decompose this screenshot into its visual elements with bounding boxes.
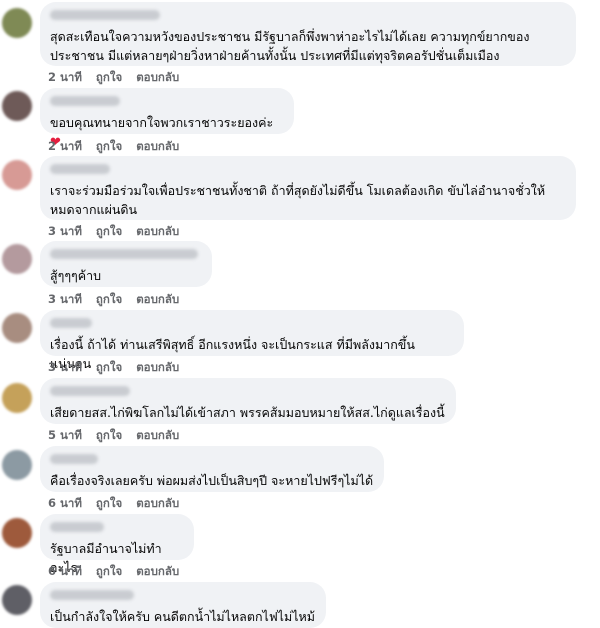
avatar[interactable] (2, 244, 32, 274)
comment-text: เราจะร่วมมือร่วมใจเพื่อประชาชนทั้งชาติ ถ… (50, 183, 546, 217)
author-name[interactable] (50, 10, 160, 20)
author-name[interactable] (50, 164, 110, 174)
like-link[interactable]: ถูกใจ (96, 291, 122, 309)
timestamp[interactable]: 3 นาที (48, 223, 82, 241)
comment-bubble: ขอบคุณทนายจากใจพวกเราชาวระยองค่ะ❤ (40, 88, 294, 150)
timestamp[interactable]: 2 นาที (48, 138, 82, 156)
comment-bubble: เสียดายสส.ไก่พิฆโลกไม่ได้เข้าสภา พรรคส้ม… (40, 378, 456, 424)
reply-link[interactable]: ตอบกลับ (136, 138, 179, 156)
reply-link[interactable]: ตอบกลับ (136, 223, 179, 241)
timestamp[interactable]: 3 นาที (48, 359, 82, 377)
reply-link[interactable]: ตอบกลับ (136, 359, 179, 377)
timestamp[interactable]: 6 นาที (48, 495, 82, 513)
author-name[interactable] (50, 386, 130, 396)
comment-actions: 2 นาที ถูกใจ ตอบกลับ (48, 138, 179, 156)
comment-text: เป็นกำลังใจให้ครับ คนดีตกน้ำไม่ไหลตกไฟไม… (50, 609, 315, 624)
timestamp[interactable]: 2 นาที (48, 69, 82, 87)
timestamp[interactable]: 5 นาที (48, 427, 82, 445)
comment-bubble: เป็นกำลังใจให้ครับ คนดีตกน้ำไม่ไหลตกไฟไม… (40, 582, 326, 628)
reply-link[interactable]: ตอบกลับ (136, 291, 179, 309)
comment-actions: 3 นาที ถูกใจ ตอบกลับ (48, 223, 179, 241)
avatar[interactable] (2, 383, 32, 413)
author-name[interactable] (50, 454, 98, 464)
author-name[interactable] (50, 590, 134, 600)
comment-actions: 6 นาที ถูกใจ ตอบกลับ (48, 563, 179, 581)
like-link[interactable]: ถูกใจ (96, 69, 122, 87)
comment-bubble: สู้ๆๆๆค้าบ (40, 241, 212, 287)
timestamp[interactable]: 6 นาที (48, 563, 82, 581)
reply-link[interactable]: ตอบกลับ (136, 427, 179, 445)
like-link[interactable]: ถูกใจ (96, 359, 122, 377)
reply-link[interactable]: ตอบกลับ (136, 495, 179, 513)
comment-actions: 2 นาที ถูกใจ ตอบกลับ (48, 69, 179, 87)
author-name[interactable] (50, 96, 120, 106)
author-name[interactable] (50, 318, 92, 328)
comment-text: สู้ๆๆๆค้าบ (50, 268, 102, 283)
comment-bubble: เรื่องนี้ ถ้าได้ ท่านเสรีพิสุทธิ์ อีกแรง… (40, 310, 464, 371)
comment-bubble: เราจะร่วมมือร่วมใจเพื่อประชาชนทั้งชาติ ถ… (40, 156, 576, 220)
comment-text: คือเรื่องจริงเลยครับ พ่อผมส่งไปเป็นสิบๆป… (50, 473, 374, 488)
comment-text: เสียดายสส.ไก่พิฆโลกไม่ได้เข้าสภา พรรคส้ม… (50, 405, 445, 420)
avatar[interactable] (2, 585, 32, 615)
like-link[interactable]: ถูกใจ (96, 495, 122, 513)
reply-link[interactable]: ตอบกลับ (136, 563, 179, 581)
comment-text: สุดสะเทือนใจความหวังของประชาชน มีรัฐบาลก… (50, 29, 530, 63)
timestamp[interactable]: 3 นาที (48, 291, 82, 309)
avatar[interactable] (2, 160, 32, 190)
like-link[interactable]: ถูกใจ (96, 138, 122, 156)
like-link[interactable]: ถูกใจ (96, 223, 122, 241)
comment-actions: 3 นาที ถูกใจ ตอบกลับ (48, 291, 179, 309)
avatar[interactable] (2, 91, 32, 121)
comment-bubble: รัฐบาลมีอำนาจไม่ทำอะไร (40, 514, 194, 575)
avatar[interactable] (2, 313, 32, 343)
author-name[interactable] (50, 249, 198, 259)
comment-bubble: สุดสะเทือนใจความหวังของประชาชน มีรัฐบาลก… (40, 2, 576, 66)
comment-actions: 6 นาที ถูกใจ ตอบกลับ (48, 495, 179, 513)
author-name[interactable] (50, 522, 104, 532)
comment-actions: 5 นาที ถูกใจ ตอบกลับ (48, 427, 179, 445)
comment-actions: 3 นาที ถูกใจ ตอบกลับ (48, 359, 179, 377)
like-link[interactable]: ถูกใจ (96, 563, 122, 581)
avatar[interactable] (2, 8, 32, 38)
avatar[interactable] (2, 518, 32, 548)
comment-bubble: คือเรื่องจริงเลยครับ พ่อผมส่งไปเป็นสิบๆป… (40, 446, 384, 492)
avatar[interactable] (2, 450, 32, 480)
like-link[interactable]: ถูกใจ (96, 427, 122, 445)
reply-link[interactable]: ตอบกลับ (136, 69, 179, 87)
